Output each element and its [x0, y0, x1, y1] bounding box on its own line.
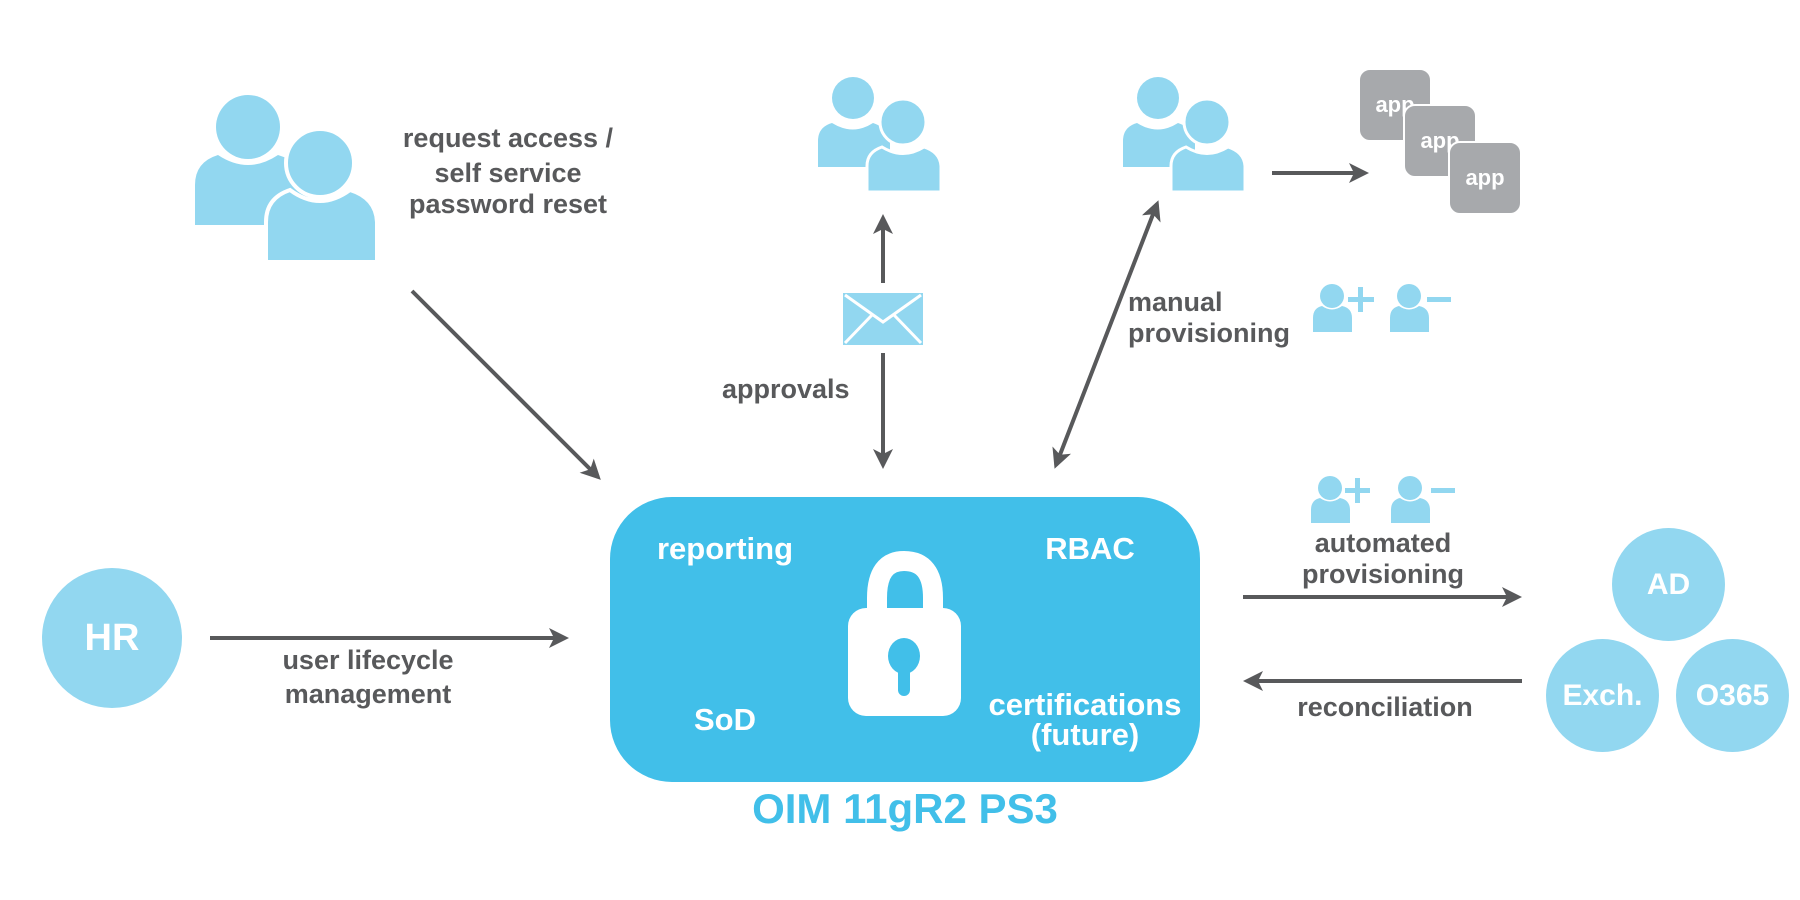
- feature-reporting: reporting: [656, 531, 794, 566]
- users-icon: [195, 95, 379, 264]
- label-line: certifications: [988, 687, 1182, 722]
- target-o365: O365: [1676, 639, 1789, 752]
- feature-sod: SoD: [694, 702, 756, 737]
- label-line: self service: [434, 158, 582, 188]
- label-line: management: [284, 679, 452, 709]
- label-line: automated: [1314, 528, 1452, 558]
- label-line: provisioning: [1128, 318, 1290, 348]
- label-line: provisioning: [1302, 559, 1464, 589]
- approvals-label: approvals: [722, 374, 850, 404]
- manual-provisioning-label: manual provisioning: [1128, 287, 1290, 349]
- automated-provisioning-label: automated provisioning: [1273, 528, 1493, 590]
- user-add-icon: [1311, 476, 1370, 523]
- envelope-icon: [843, 293, 923, 345]
- user-remove-icon: [1391, 476, 1455, 523]
- target-ad: AD: [1612, 528, 1725, 641]
- hr-node: HR: [42, 568, 182, 708]
- label-line: request access /: [402, 123, 614, 153]
- users-icon: [818, 77, 943, 194]
- user-remove-icon: [1390, 284, 1451, 332]
- reconciliation-label: reconciliation: [1297, 692, 1473, 722]
- request-arrow: [410, 289, 601, 480]
- label-line: user lifecycle: [282, 645, 454, 675]
- label-line: password reset: [408, 189, 608, 219]
- target-exchange: Exch.: [1546, 639, 1659, 752]
- app-tile: app: [1448, 141, 1522, 215]
- label-line: (future): [1030, 717, 1140, 752]
- label-line: manual: [1128, 287, 1223, 317]
- user-add-icon: [1313, 284, 1374, 332]
- request-access-label: request access / self service password r…: [380, 123, 636, 220]
- feature-rbac: RBAC: [1045, 531, 1135, 566]
- users-icon: [1123, 77, 1247, 194]
- feature-certifications: certifications (future): [975, 687, 1195, 752]
- diagram-canvas: [195, 77, 1522, 782]
- oim-title: OIM 11gR2 PS3: [752, 785, 1058, 832]
- user-lifecycle-label: user lifecycle management: [258, 645, 478, 710]
